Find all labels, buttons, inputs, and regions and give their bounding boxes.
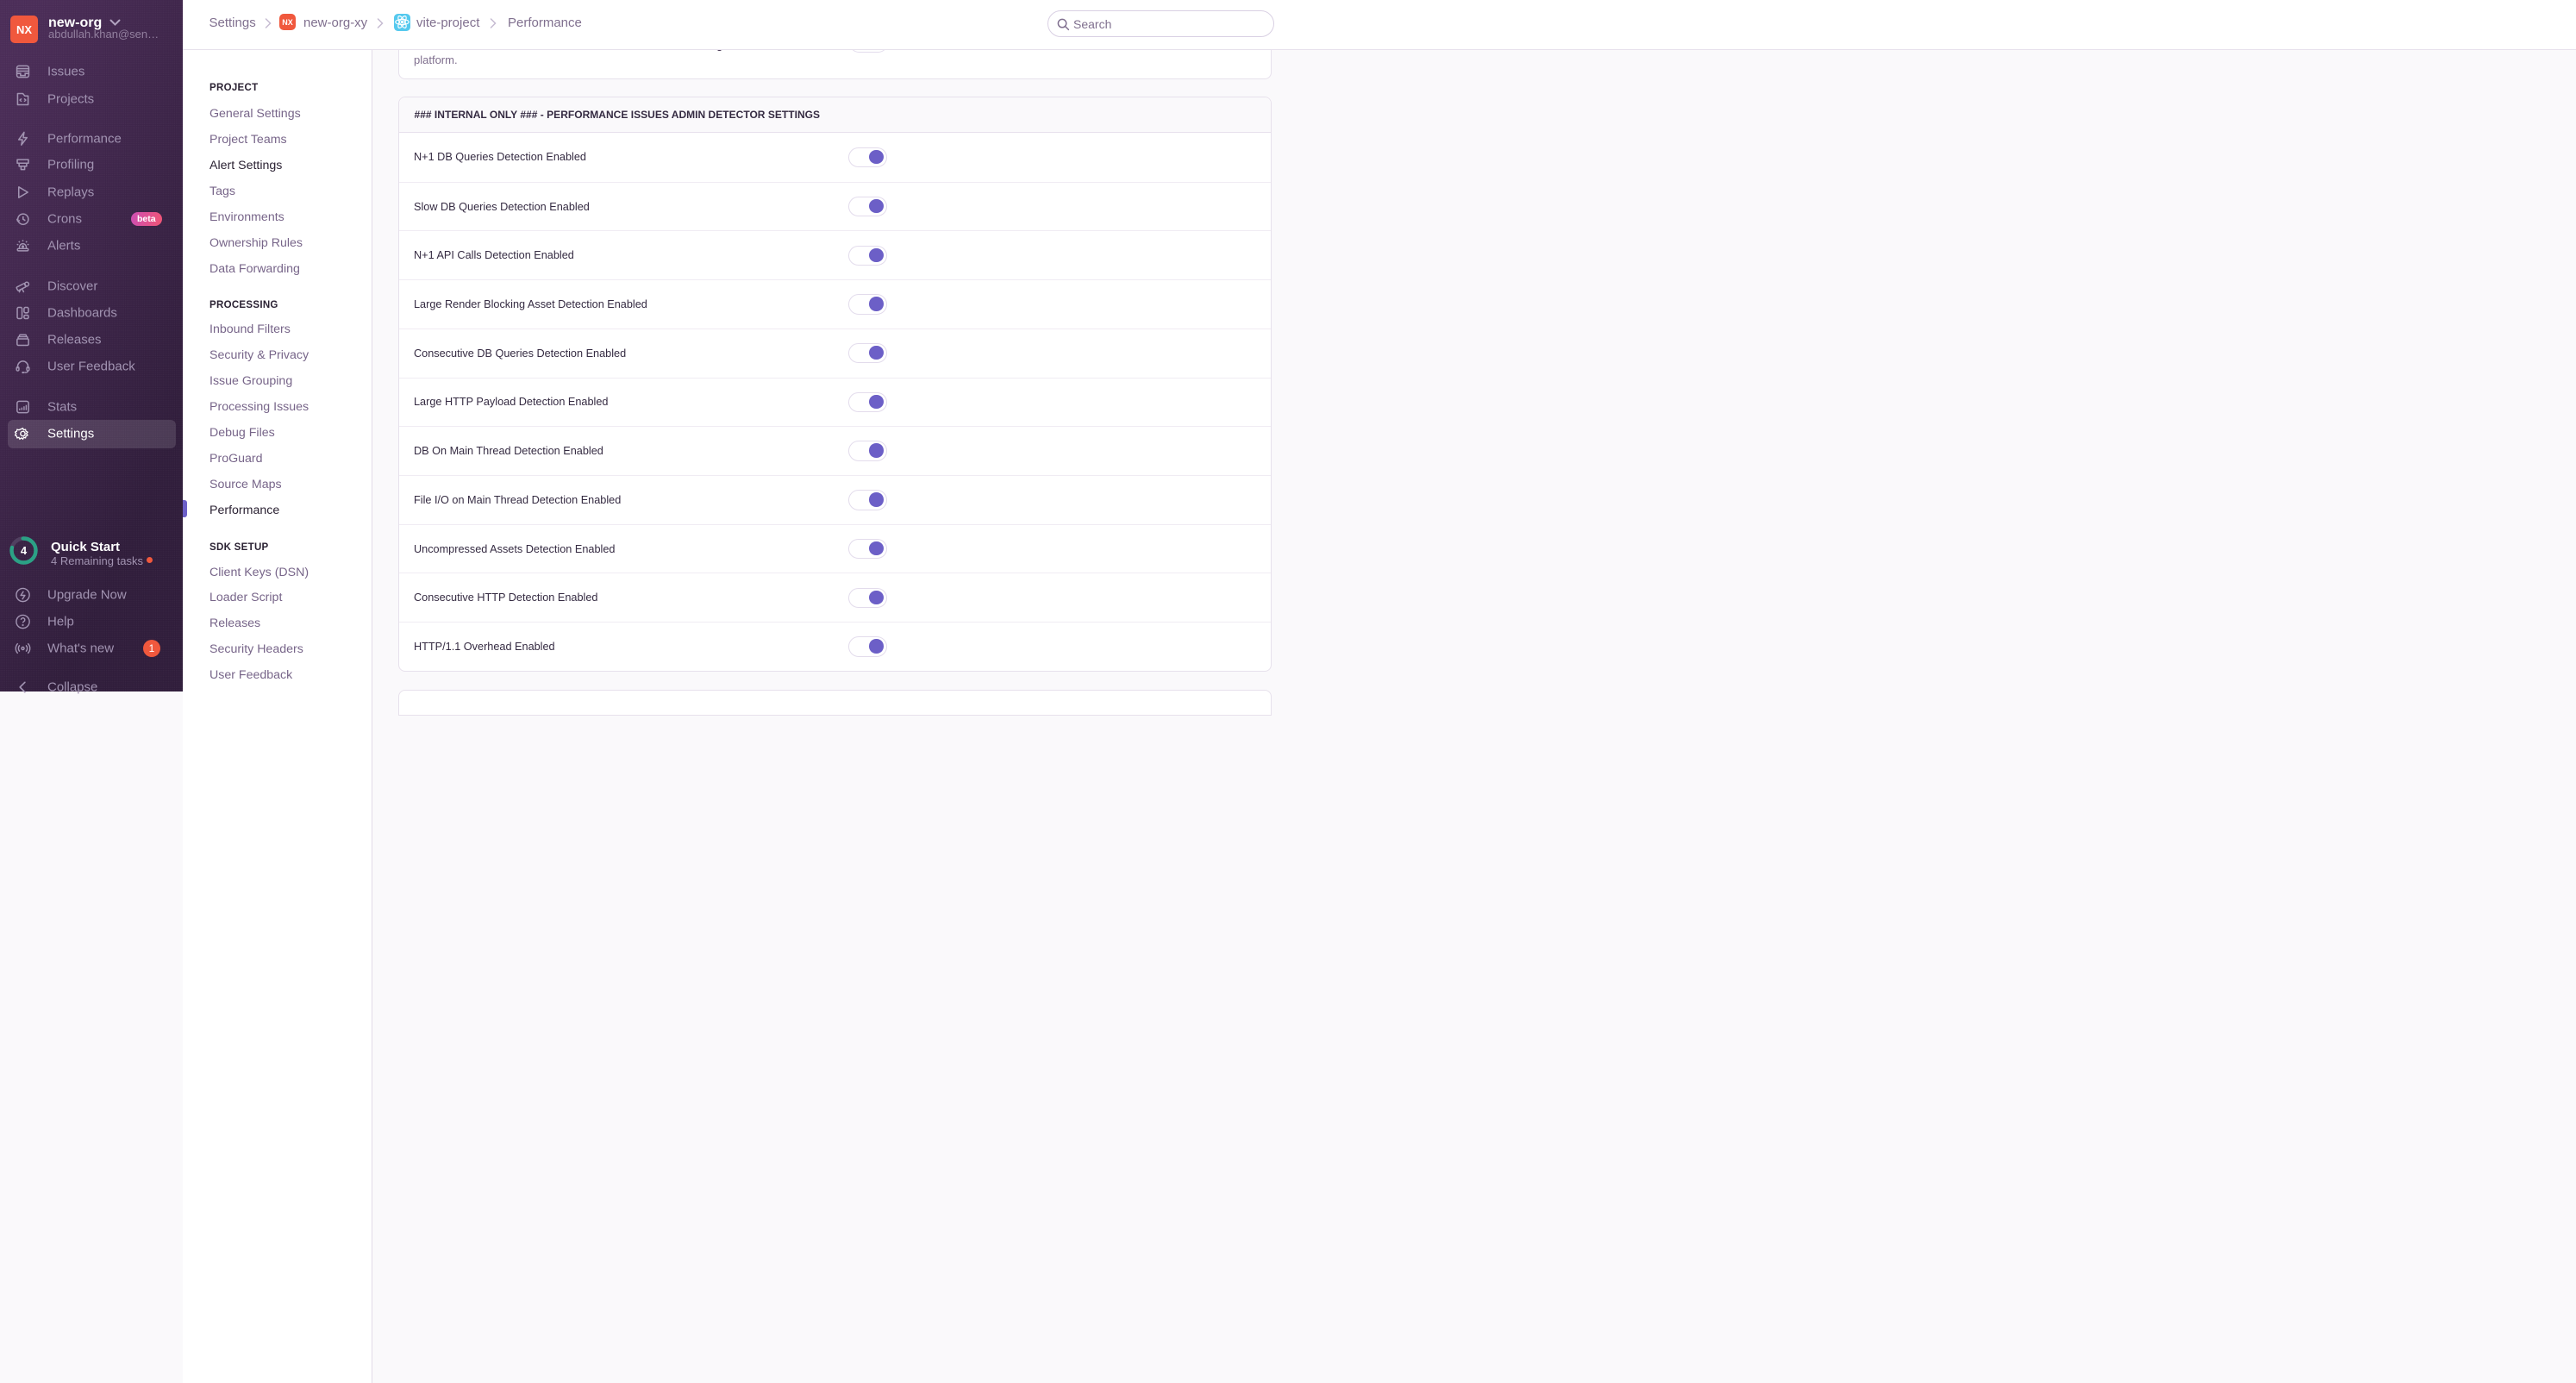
svg-text:4: 4	[21, 544, 28, 557]
